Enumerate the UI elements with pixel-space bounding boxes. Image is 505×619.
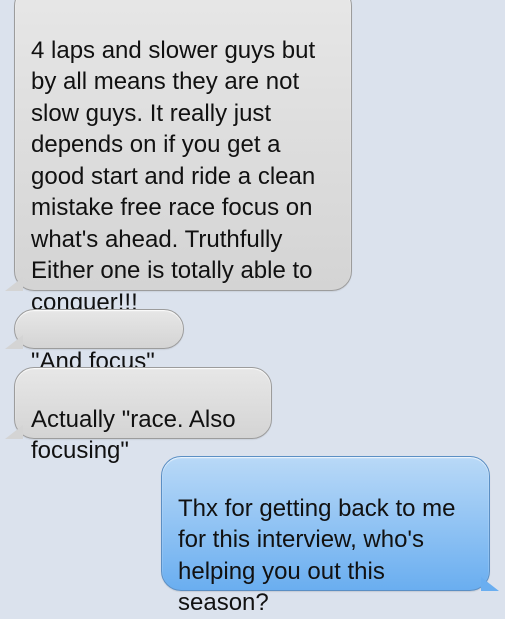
bubble-tail <box>481 577 499 591</box>
message-bubble-received[interactable]: 4 laps and slower guys but by all means … <box>5 0 352 316</box>
message-text: 4 laps and slower guys but by all means … <box>31 36 316 316</box>
bubble-tail <box>5 335 23 349</box>
message-text: Thx for getting back to me for this inte… <box>178 494 456 617</box>
message-bubble-received[interactable]: "And focus" <box>5 309 184 375</box>
message-thread: 4 laps and slower guys but by all means … <box>0 0 505 616</box>
message-bubble-received[interactable]: Actually "race. Also focusing" <box>5 367 272 464</box>
bubble-tail <box>5 425 23 439</box>
message-bubble-sent[interactable]: Thx for getting back to me for this inte… <box>161 456 499 616</box>
bubble-tail <box>5 277 23 291</box>
